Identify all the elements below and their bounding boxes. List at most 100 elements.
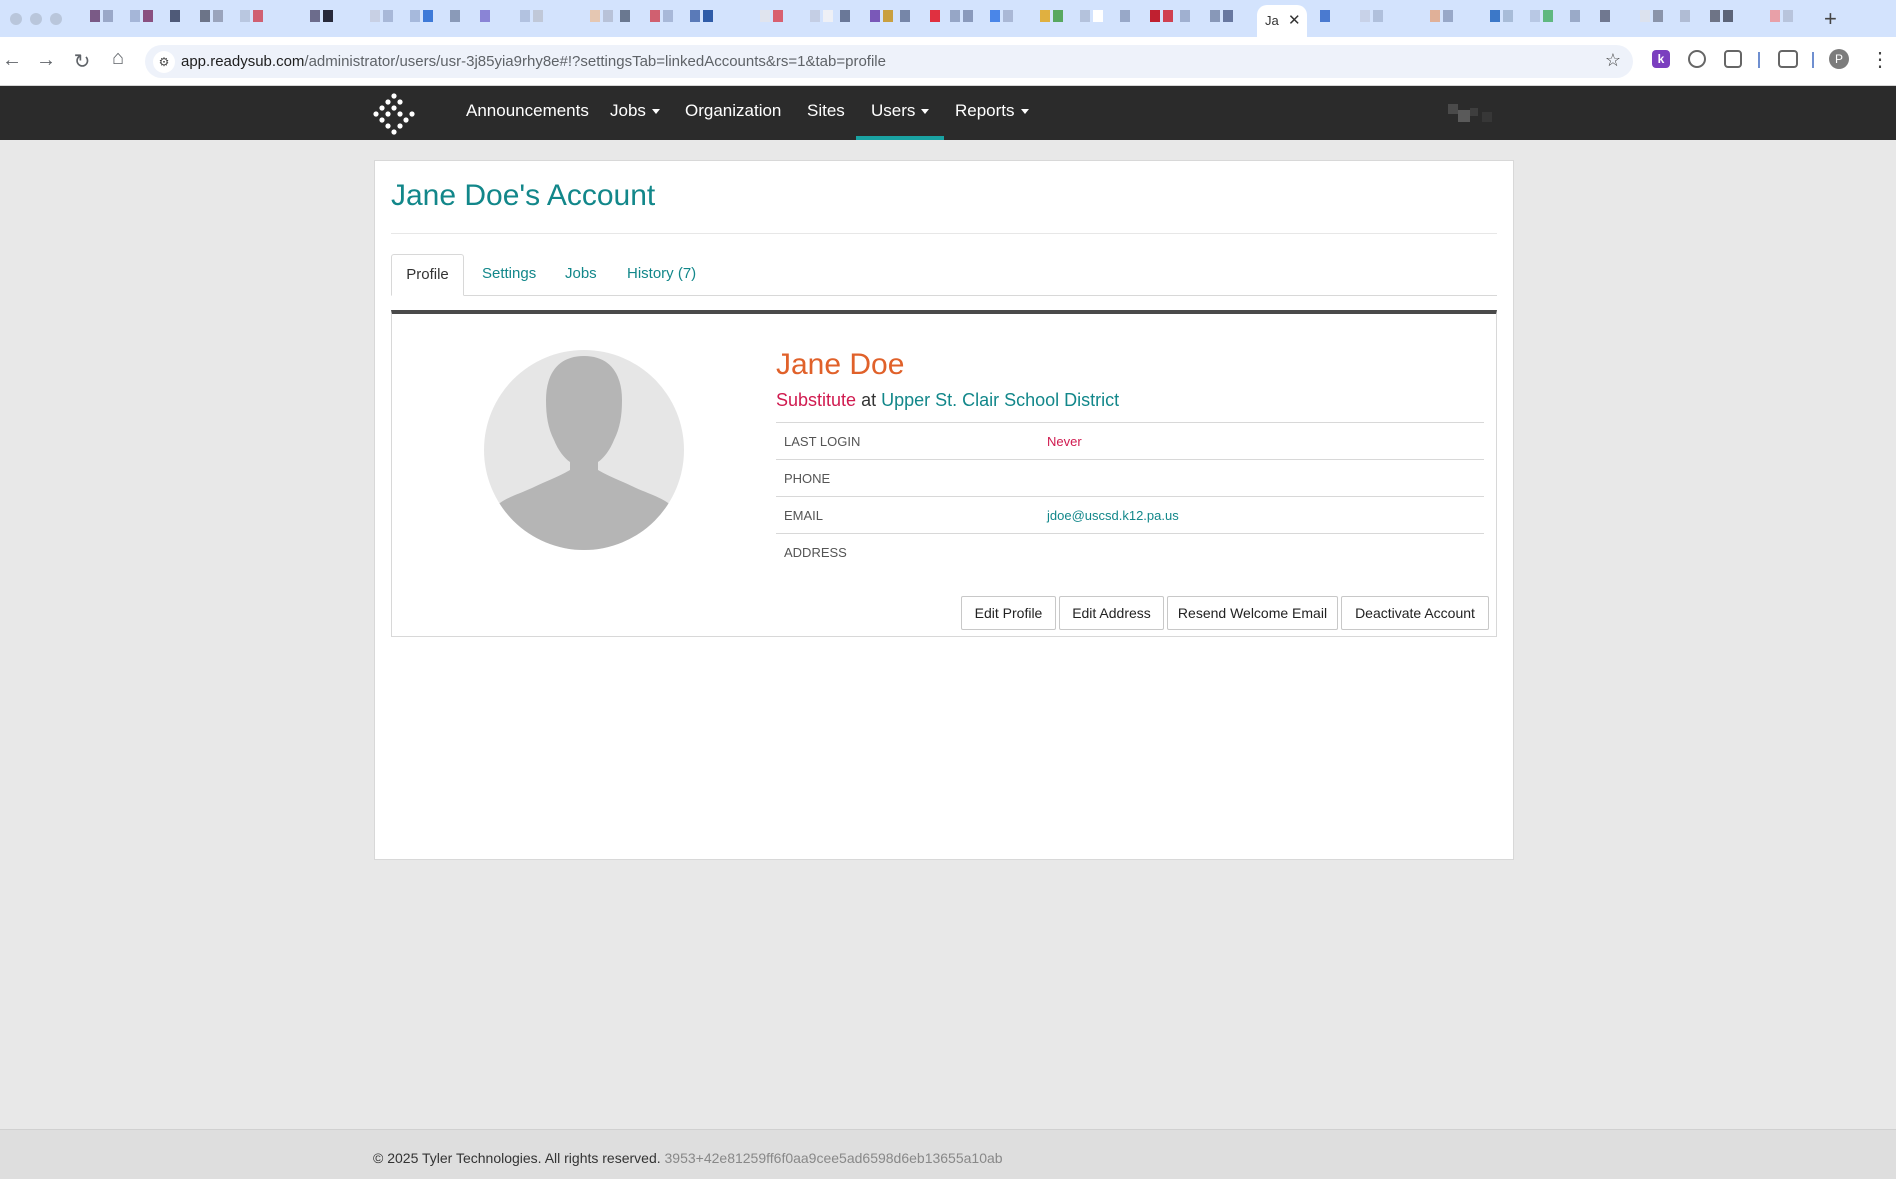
nav-announcements[interactable]: Announcements [466,86,589,140]
browser-tab[interactable] [1040,10,1066,26]
edit-profile-button[interactable]: Edit Profile [961,596,1056,630]
copyright-text: © 2025 Tyler Technologies. All rights re… [373,1150,661,1166]
browser-tab[interactable] [1080,10,1106,26]
browser-tab[interactable] [810,10,836,26]
browser-tab[interactable] [130,10,156,26]
deactivate-account-button[interactable]: Deactivate Account [1341,596,1489,630]
edit-address-button[interactable]: Edit Address [1059,596,1164,630]
browser-tab[interactable] [590,10,616,26]
tab-history[interactable]: History (7) [627,254,696,296]
reload-icon[interactable]: ↻ [70,49,94,74]
extension-k-icon[interactable]: k [1652,50,1670,68]
extension-circle-icon[interactable] [1688,50,1706,68]
browser-tab[interactable] [950,10,976,26]
profile-avatar-icon[interactable]: P [1829,49,1849,69]
footer-text: © 2025 Tyler Technologies. All rights re… [373,1150,1003,1166]
info-row-last-login: LAST LOGIN Never [776,422,1484,459]
info-label: LAST LOGIN [784,434,861,449]
tab-search-icon[interactable] [1778,50,1798,68]
browser-tab[interactable] [240,10,266,26]
info-row-address: ADDRESS [776,533,1484,569]
default-user-silhouette-icon [492,356,676,550]
role-connector: at [861,390,877,410]
home-icon[interactable]: ⌂ [106,47,130,70]
window-zoom-button[interactable] [50,13,62,25]
account-tabs: Profile Settings Jobs History (7) [391,254,1497,296]
nav-reports[interactable]: Reports [955,86,1029,140]
browser-tab[interactable] [1600,10,1613,26]
browser-tab[interactable] [650,10,676,26]
window-minimize-button[interactable] [30,13,42,25]
active-browser-tab[interactable]: Ja ✕ [1257,5,1307,37]
nav-organization[interactable]: Organization [685,86,781,140]
browser-tab[interactable] [480,10,493,26]
tab-profile[interactable]: Profile [391,254,464,296]
last-login-value: Never [1047,434,1082,449]
browser-tab[interactable] [1490,10,1516,26]
district-link[interactable]: Upper St. Clair School District [881,390,1119,410]
browser-tab[interactable] [1150,10,1176,26]
caret-down-icon [921,109,930,115]
browser-tab[interactable] [870,10,896,26]
app-navbar: Announcements Jobs Organization Sites Us… [0,86,1896,140]
browser-tab[interactable] [310,10,336,26]
page-title: Jane Doe's Account [391,179,656,212]
browser-tab[interactable] [1530,10,1556,26]
browser-tab[interactable] [840,10,853,26]
bookmark-star-icon[interactable]: ☆ [1605,50,1621,71]
browser-tab[interactable] [1360,10,1386,26]
browser-tab[interactable] [170,10,183,26]
browser-tab[interactable] [520,10,546,26]
readysub-logo[interactable] [372,92,416,136]
browser-tab[interactable] [450,10,463,26]
browser-menu-icon[interactable]: ⋮ [1870,47,1890,72]
browser-tab[interactable] [1640,10,1666,26]
browser-tab[interactable] [900,10,913,26]
browser-tab[interactable] [930,10,943,26]
url-text[interactable]: app.readysub.com/administrator/users/usr… [181,53,886,70]
browser-tab[interactable] [90,10,116,26]
page-footer: © 2025 Tyler Technologies. All rights re… [0,1129,1896,1179]
nav-sites[interactable]: Sites [807,86,845,140]
browser-tab[interactable] [1710,10,1736,26]
new-tab-button[interactable]: + [1824,6,1837,32]
toolbar-separator [1758,52,1760,68]
toolbar-separator [1812,52,1814,68]
browser-tab[interactable] [990,10,1016,26]
email-link[interactable]: jdoe@uscsd.k12.pa.us [1047,508,1179,523]
browser-tab[interactable] [370,10,396,26]
profile-info-table: LAST LOGIN Never PHONE EMAIL jdoe@uscsd.… [776,422,1484,569]
nav-jobs[interactable]: Jobs [610,86,660,140]
user-menu-avatar[interactable] [1448,102,1500,124]
browser-tab[interactable] [1430,10,1456,26]
address-bar[interactable]: ⚙ app.readysub.com/administrator/users/u… [145,45,1633,78]
active-tab-title: Ja [1265,13,1279,28]
back-arrow-icon[interactable]: ← [0,49,24,72]
site-settings-icon[interactable]: ⚙ [153,51,175,73]
caret-down-icon [651,109,660,115]
window-close-button[interactable] [10,13,22,25]
browser-tab[interactable] [1120,10,1133,26]
account-panel: Jane Doe's Account Profile Settings Jobs… [374,160,1514,860]
resend-welcome-email-button[interactable]: Resend Welcome Email [1167,596,1338,630]
info-label: ADDRESS [784,545,847,560]
divider [391,233,1497,234]
browser-tab[interactable] [1770,10,1796,26]
browser-tab[interactable] [760,10,786,26]
browser-tab[interactable] [620,10,633,26]
browser-tab[interactable] [1180,10,1193,26]
browser-tab[interactable] [200,10,226,26]
forward-arrow-icon[interactable]: → [34,49,58,72]
browser-tab[interactable] [1570,10,1583,26]
browser-tab[interactable] [410,10,436,26]
tab-settings[interactable]: Settings [482,254,536,296]
browser-tab[interactable] [1320,10,1333,26]
browser-tab[interactable] [1680,10,1693,26]
browser-tab-strip: Ja ✕ + [0,0,1896,37]
tab-jobs[interactable]: Jobs [565,254,597,296]
browser-tab[interactable] [690,10,716,26]
close-tab-icon[interactable]: ✕ [1288,11,1301,29]
browser-tab[interactable] [1210,10,1236,26]
extensions-puzzle-icon[interactable] [1724,50,1742,68]
nav-users[interactable]: Users [856,86,945,140]
